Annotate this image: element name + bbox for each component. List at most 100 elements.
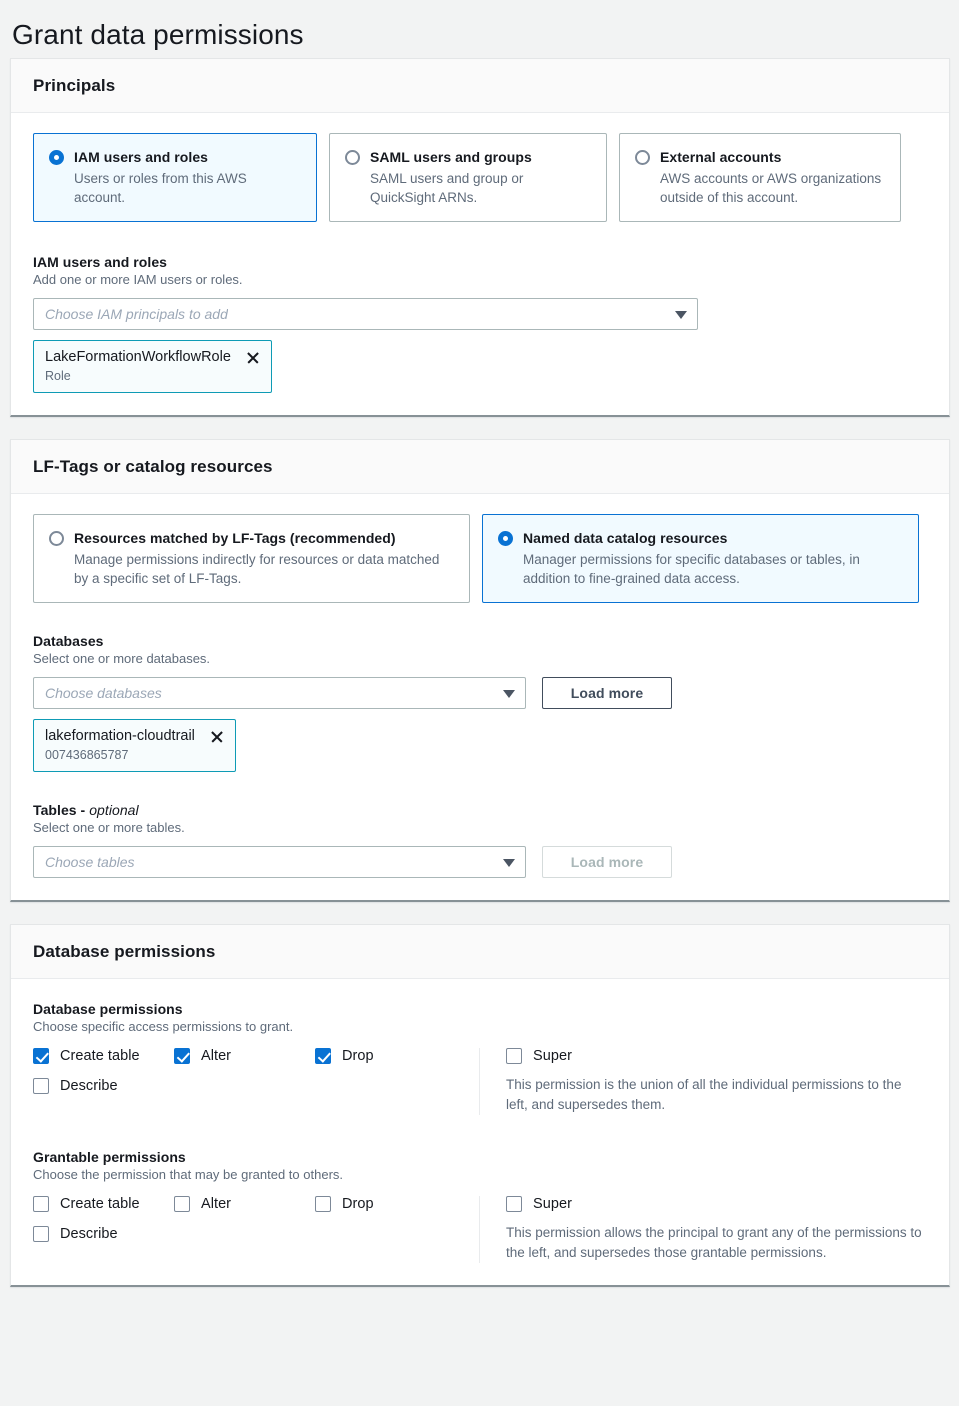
principal-option-iam-users-and-roles[interactable]: IAM users and roles Users or roles from … xyxy=(33,133,317,222)
radio-icon-selected[interactable] xyxy=(498,531,513,546)
database-permissions-label: Database permissions xyxy=(33,1001,927,1017)
databases-field: Databases Select one or more databases. … xyxy=(33,633,927,772)
tables-label-text: Tables - xyxy=(33,802,89,818)
database-permissions-super-note: This permission is the union of all the … xyxy=(506,1075,926,1115)
checkbox-icon[interactable] xyxy=(33,1078,49,1094)
grantable-permissions-checkbox-group: Create table Alter Drop xyxy=(33,1196,479,1263)
databases-hint: Select one or more databases. xyxy=(33,650,927,668)
iam-principals-field: IAM users and roles Add one or more IAM … xyxy=(33,254,927,393)
resource-option-description: Manage permissions indirectly for resour… xyxy=(74,550,453,588)
databases-load-more-button[interactable]: Load more xyxy=(542,677,672,709)
checkbox-icon[interactable] xyxy=(33,1226,49,1242)
permission-checkbox-drop[interactable]: Drop xyxy=(315,1048,374,1064)
chip-label: lakeformation-cloudtrail xyxy=(45,727,195,745)
principal-option-external-accounts[interactable]: External accounts AWS accounts or AWS or… xyxy=(619,133,901,222)
permission-label: Alter xyxy=(201,1048,231,1064)
database-chip: lakeformation-cloudtrail 007436865787 xyxy=(33,719,236,772)
permission-checkbox-create-table[interactable]: Create table xyxy=(33,1048,174,1064)
database-permissions-heading: Database permissions xyxy=(33,942,927,962)
databases-placeholder: Choose databases xyxy=(45,685,162,701)
principals-card-header: Principals xyxy=(11,59,949,113)
permission-label: Describe xyxy=(60,1078,118,1094)
checkbox-icon[interactable] xyxy=(174,1196,190,1212)
chevron-down-icon[interactable] xyxy=(503,690,515,698)
chevron-down-icon[interactable] xyxy=(503,859,515,867)
principals-card-body: IAM users and roles Users or roles from … xyxy=(11,113,949,415)
database-permissions-card-body: Database permissions Choose specific acc… xyxy=(11,979,949,1285)
chip-sublabel: Role xyxy=(45,368,260,384)
tables-placeholder: Choose tables xyxy=(45,854,135,870)
permission-label: Drop xyxy=(342,1196,374,1212)
principals-heading: Principals xyxy=(33,76,927,96)
tables-select[interactable]: Choose tables xyxy=(33,846,526,878)
checkbox-icon-checked[interactable] xyxy=(33,1048,49,1064)
database-permissions-super-column: Super This permission is the union of al… xyxy=(479,1048,927,1115)
grantable-checkbox-super[interactable]: Super xyxy=(506,1196,927,1212)
grantable-checkbox-alter[interactable]: Alter xyxy=(174,1196,315,1212)
tables-load-more-button[interactable]: Load more xyxy=(542,846,672,878)
grantable-checkbox-create-table[interactable]: Create table xyxy=(33,1196,174,1212)
databases-select[interactable]: Choose databases xyxy=(33,677,526,709)
databases-label: Databases xyxy=(33,633,927,649)
resource-type-radio-group: Resources matched by LF-Tags (recommende… xyxy=(33,514,927,603)
iam-principals-label: IAM users and roles xyxy=(33,254,927,270)
permission-label: Alter xyxy=(201,1196,231,1212)
resource-option-description: Manager permissions for specific databas… xyxy=(523,550,902,588)
permission-checkbox-super[interactable]: Super xyxy=(506,1048,927,1064)
principal-option-description: SAML users and group or QuickSight ARNs. xyxy=(370,169,590,207)
iam-principals-select[interactable]: Choose IAM principals to add xyxy=(33,298,698,330)
permission-label: Describe xyxy=(60,1226,118,1242)
database-permissions-card-header: Database permissions xyxy=(11,925,949,979)
page-title: Grant data permissions xyxy=(0,0,959,58)
chip-label: LakeFormationWorkflowRole xyxy=(45,348,231,366)
permission-checkbox-alter[interactable]: Alter xyxy=(174,1048,315,1064)
chip-sublabel: 007436865787 xyxy=(45,747,224,763)
principal-option-label: IAM users and roles xyxy=(74,148,300,166)
resource-option-named-catalog[interactable]: Named data catalog resources Manager per… xyxy=(482,514,919,603)
database-permissions-checkbox-group: Create table Alter Drop xyxy=(33,1048,479,1115)
checkbox-icon[interactable] xyxy=(506,1196,522,1212)
principal-option-description: Users or roles from this AWS account. xyxy=(74,169,300,207)
resources-card: LF-Tags or catalog resources Resources m… xyxy=(10,439,950,902)
resource-option-lf-tags[interactable]: Resources matched by LF-Tags (recommende… xyxy=(33,514,470,603)
tables-hint: Select one or more tables. xyxy=(33,819,927,837)
principal-option-description: AWS accounts or AWS organizations outsid… xyxy=(660,169,884,207)
checkbox-icon[interactable] xyxy=(315,1196,331,1212)
permission-label: Create table xyxy=(60,1048,140,1064)
close-icon[interactable] xyxy=(245,350,260,365)
radio-icon[interactable] xyxy=(635,150,650,165)
checkbox-icon-checked[interactable] xyxy=(315,1048,331,1064)
radio-icon[interactable] xyxy=(345,150,360,165)
database-permissions-block: Database permissions Choose specific acc… xyxy=(33,1001,927,1115)
database-permissions-hint: Choose specific access permissions to gr… xyxy=(33,1018,927,1036)
close-icon[interactable] xyxy=(209,729,224,744)
permission-label: Super xyxy=(533,1196,572,1212)
checkbox-icon[interactable] xyxy=(506,1048,522,1064)
grantable-permissions-super-column: Super This permission allows the princip… xyxy=(479,1196,927,1263)
resources-card-body: Resources matched by LF-Tags (recommende… xyxy=(11,494,949,900)
principal-option-saml-users-and-groups[interactable]: SAML users and groups SAML users and gro… xyxy=(329,133,607,222)
permission-label: Drop xyxy=(342,1048,374,1064)
grantable-checkbox-drop[interactable]: Drop xyxy=(315,1196,374,1212)
resource-option-label: Named data catalog resources xyxy=(523,529,902,547)
checkbox-icon[interactable] xyxy=(33,1196,49,1212)
checkbox-icon-checked[interactable] xyxy=(174,1048,190,1064)
permission-checkbox-describe[interactable]: Describe xyxy=(33,1078,174,1094)
permission-label: Super xyxy=(533,1048,572,1064)
grantable-permissions-block: Grantable permissions Choose the permiss… xyxy=(33,1149,927,1263)
chevron-down-icon[interactable] xyxy=(675,311,687,319)
grantable-permissions-hint: Choose the permission that may be grante… xyxy=(33,1166,927,1184)
tables-label-optional: optional xyxy=(89,802,138,818)
radio-icon[interactable] xyxy=(49,531,64,546)
radio-icon-selected[interactable] xyxy=(49,150,64,165)
grantable-checkbox-describe[interactable]: Describe xyxy=(33,1226,174,1242)
resources-card-header: LF-Tags or catalog resources xyxy=(11,440,949,494)
iam-principals-placeholder: Choose IAM principals to add xyxy=(45,306,228,322)
tables-label: Tables - optional xyxy=(33,802,927,818)
database-permissions-card: Database permissions Database permission… xyxy=(10,924,950,1287)
principals-card: Principals IAM users and roles Users or … xyxy=(10,58,950,417)
principal-option-label: SAML users and groups xyxy=(370,148,590,166)
principal-option-label: External accounts xyxy=(660,148,884,166)
resources-heading: LF-Tags or catalog resources xyxy=(33,457,927,477)
resource-option-label: Resources matched by LF-Tags (recommende… xyxy=(74,529,453,547)
